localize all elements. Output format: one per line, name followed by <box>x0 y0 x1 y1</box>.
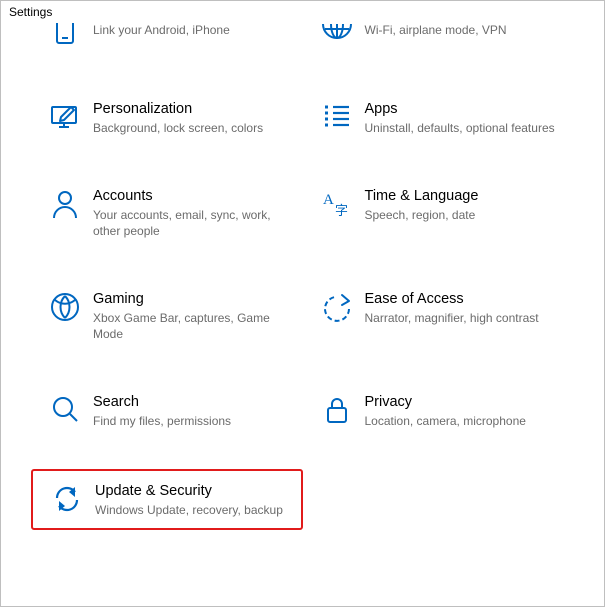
tile-desc: Xbox Game Bar, captures, Game Mode <box>93 310 287 342</box>
tile-label: Gaming <box>93 289 287 309</box>
tile-desc: Find my files, permissions <box>93 413 287 429</box>
settings-window: Settings Link your Android, iPhone <box>0 0 605 607</box>
search-icon <box>37 392 93 424</box>
tile-label: Search <box>93 392 287 412</box>
globe-icon <box>309 21 365 49</box>
tile-desc: Link your Android, iPhone <box>93 22 287 38</box>
tile-apps[interactable]: Apps Uninstall, defaults, optional featu… <box>303 89 575 146</box>
update-security-icon <box>39 481 95 515</box>
accounts-icon <box>37 186 93 220</box>
tile-gaming[interactable]: Gaming Xbox Game Bar, captures, Game Mod… <box>31 279 303 352</box>
gaming-icon <box>37 289 93 323</box>
tile-desc: Location, camera, microphone <box>365 413 559 429</box>
time-language-icon: A 字 <box>309 186 365 220</box>
tile-personalization[interactable]: Personalization Background, lock screen,… <box>31 89 303 146</box>
tile-ease-of-access[interactable]: Ease of Access Narrator, magnifier, high… <box>303 279 575 352</box>
tile-label: Time & Language <box>365 186 559 206</box>
tile-update-security[interactable]: Update & Security Windows Update, recove… <box>31 469 303 530</box>
tile-label: Ease of Access <box>365 289 559 309</box>
tile-phone[interactable]: Link your Android, iPhone <box>31 11 303 59</box>
svg-text:字: 字 <box>335 203 348 218</box>
tile-desc: Uninstall, defaults, optional features <box>365 120 559 136</box>
tile-desc: Your accounts, email, sync, work, other … <box>93 207 287 239</box>
tile-privacy[interactable]: Privacy Location, camera, microphone <box>303 382 575 439</box>
privacy-icon <box>309 392 365 426</box>
tile-network[interactable]: Wi-Fi, airplane mode, VPN <box>303 11 575 59</box>
tile-time-language[interactable]: A 字 Time & Language Speech, region, date <box>303 176 575 249</box>
tile-label: Privacy <box>365 392 559 412</box>
tile-desc: Background, lock screen, colors <box>93 120 287 136</box>
tile-label: Accounts <box>93 186 287 206</box>
tile-search[interactable]: Search Find my files, permissions <box>31 382 303 439</box>
tile-label: Update & Security <box>95 481 285 501</box>
tile-desc: Narrator, magnifier, high contrast <box>365 310 559 326</box>
phone-icon <box>37 21 93 49</box>
tile-label: Apps <box>365 99 559 119</box>
tile-desc: Wi-Fi, airplane mode, VPN <box>365 22 559 38</box>
svg-text:A: A <box>323 192 334 208</box>
apps-icon <box>309 99 365 131</box>
personalization-icon <box>37 99 93 133</box>
tile-accounts[interactable]: Accounts Your accounts, email, sync, wor… <box>31 176 303 249</box>
settings-grid: Link your Android, iPhone Wi-Fi, airplan… <box>1 11 604 606</box>
ease-of-access-icon <box>309 289 365 323</box>
tile-desc: Windows Update, recovery, backup <box>95 502 285 518</box>
tile-label: Personalization <box>93 99 287 119</box>
tile-desc: Speech, region, date <box>365 207 559 223</box>
